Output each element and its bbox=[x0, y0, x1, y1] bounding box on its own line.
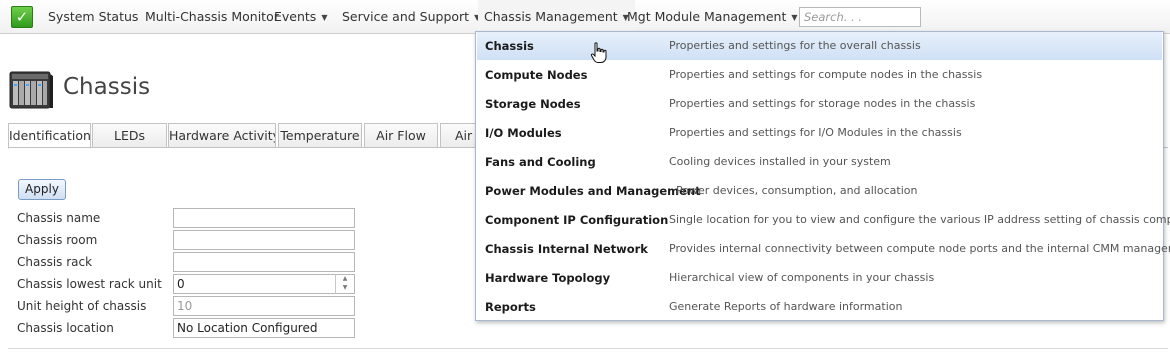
menu-item-desc: Hierarchical view of components in your … bbox=[669, 271, 935, 284]
spinner-up-icon[interactable]: ▲ bbox=[336, 274, 354, 283]
tab-leds[interactable]: LEDs bbox=[92, 123, 167, 148]
chassis-room-field[interactable] bbox=[173, 230, 355, 250]
chassis-name-label: Chassis name bbox=[17, 211, 101, 225]
tab-hardware-activity[interactable]: Hardware Activity bbox=[168, 123, 276, 148]
hand-cursor-icon bbox=[590, 42, 607, 63]
menu-item-label: Reports bbox=[485, 300, 536, 314]
top-nav-bar: ✓ System Status Multi-Chassis Monitor Ev… bbox=[0, 0, 1170, 34]
menu-item-component-ip-configuration[interactable]: Component IP Configuration Single locati… bbox=[477, 206, 1170, 234]
nav-label: Service and Support bbox=[342, 9, 470, 24]
chassis-rack-label: Chassis rack bbox=[17, 255, 93, 269]
menu-item-chassis-internal-network[interactable]: Chassis Internal Network Provides intern… bbox=[477, 235, 1170, 263]
menu-item-hardware-topology[interactable]: Hardware Topology Hierarchical view of c… bbox=[477, 264, 1162, 292]
nav-mgt-module-management[interactable]: Mgt Module Management ▼ bbox=[627, 0, 798, 34]
search-input[interactable] bbox=[799, 7, 921, 27]
system-status-ok-icon[interactable]: ✓ bbox=[11, 6, 33, 28]
unit-height-label: Unit height of chassis bbox=[17, 299, 147, 313]
menu-item-label: Power Modules and Management bbox=[485, 184, 701, 198]
tab-temperature[interactable]: Temperature bbox=[278, 123, 362, 148]
chevron-down-icon: ▼ bbox=[321, 13, 328, 22]
menu-item-chassis[interactable]: Chassis Properties and settings for the … bbox=[477, 32, 1162, 60]
menu-item-label: I/O Modules bbox=[485, 126, 562, 140]
tab-air-flow-2[interactable]: Air F bbox=[440, 123, 480, 148]
menu-item-desc: Provides internal connectivity between c… bbox=[669, 242, 1170, 255]
nav-system-status[interactable]: System Status bbox=[48, 0, 138, 34]
nav-label: Mgt Module Management bbox=[627, 9, 787, 24]
nav-label: Events bbox=[274, 9, 317, 24]
chassis-name-field[interactable] bbox=[173, 208, 355, 228]
nav-multi-chassis-monitor[interactable]: Multi-Chassis Monitor bbox=[145, 0, 279, 34]
tab-identification[interactable]: Identification bbox=[8, 123, 91, 149]
nav-service-and-support[interactable]: Service and Support▼ bbox=[342, 0, 480, 34]
menu-item-reports[interactable]: Reports Generate Reports of hardware inf… bbox=[477, 293, 1162, 321]
nav-label: System Status bbox=[48, 9, 139, 24]
menu-item-label: Compute Nodes bbox=[485, 68, 588, 82]
menu-item-label: Chassis Internal Network bbox=[485, 242, 648, 256]
chassis-icon bbox=[9, 71, 53, 109]
menu-item-label: Hardware Topology bbox=[485, 271, 611, 285]
unit-height-field bbox=[173, 296, 355, 316]
page-title: Chassis bbox=[63, 74, 151, 100]
menu-item-label: Storage Nodes bbox=[485, 97, 581, 111]
menu-item-compute-nodes[interactable]: Compute Nodes Properties and settings fo… bbox=[477, 61, 1162, 89]
chassis-lowest-rack-unit-label: Chassis lowest rack unit bbox=[17, 277, 162, 291]
menu-item-desc: Power devices, consumption, and allocati… bbox=[676, 184, 918, 197]
menu-item-label: Fans and Cooling bbox=[485, 155, 596, 169]
menu-item-desc: Generate Reports of hardware information bbox=[669, 300, 903, 313]
chassis-room-label: Chassis room bbox=[17, 233, 98, 247]
menu-item-desc: Properties and settings for storage node… bbox=[669, 97, 976, 110]
menu-item-storage-nodes[interactable]: Storage Nodes Properties and settings fo… bbox=[477, 90, 1162, 118]
chassis-location-label: Chassis location bbox=[17, 321, 114, 335]
nav-label: Multi-Chassis Monitor bbox=[145, 9, 279, 24]
tab-air-flow[interactable]: Air Flow bbox=[364, 123, 438, 148]
menu-item-desc: Properties and settings for I/O Modules … bbox=[669, 126, 962, 139]
chevron-down-icon: ▼ bbox=[791, 13, 798, 22]
apply-button[interactable]: Apply bbox=[18, 179, 66, 200]
nav-chassis-management[interactable]: Chassis Management ▼ bbox=[478, 0, 635, 34]
menu-item-desc: Cooling devices installed in your system bbox=[669, 155, 891, 168]
divider bbox=[8, 348, 1168, 349]
menu-item-io-modules[interactable]: I/O Modules Properties and settings for … bbox=[477, 119, 1162, 147]
spinner-down-icon[interactable]: ▼ bbox=[336, 283, 354, 292]
menu-item-label: Chassis bbox=[485, 39, 534, 53]
nav-events[interactable]: Events ▼ bbox=[274, 0, 327, 34]
nav-label: Chassis Management bbox=[484, 9, 618, 24]
menu-item-power-modules[interactable]: Power Modules and Management Power devic… bbox=[477, 177, 1162, 205]
menu-item-label: Component IP Configuration bbox=[485, 213, 669, 227]
menu-item-desc: Properties and settings for compute node… bbox=[669, 68, 983, 81]
chassis-lowest-rack-unit-stepper[interactable] bbox=[173, 274, 355, 294]
chassis-management-menu: Chassis Properties and settings for the … bbox=[475, 31, 1170, 321]
menu-item-desc: Properties and settings for the overall … bbox=[669, 39, 921, 52]
chassis-location-field[interactable] bbox=[173, 318, 355, 338]
rack-unit-spinner[interactable]: ▲ ▼ bbox=[335, 274, 354, 294]
chassis-rack-field[interactable] bbox=[173, 252, 355, 272]
menu-item-fans-and-cooling[interactable]: Fans and Cooling Cooling devices install… bbox=[477, 148, 1162, 176]
menu-item-desc: Single location for you to view and conf… bbox=[669, 213, 1170, 226]
